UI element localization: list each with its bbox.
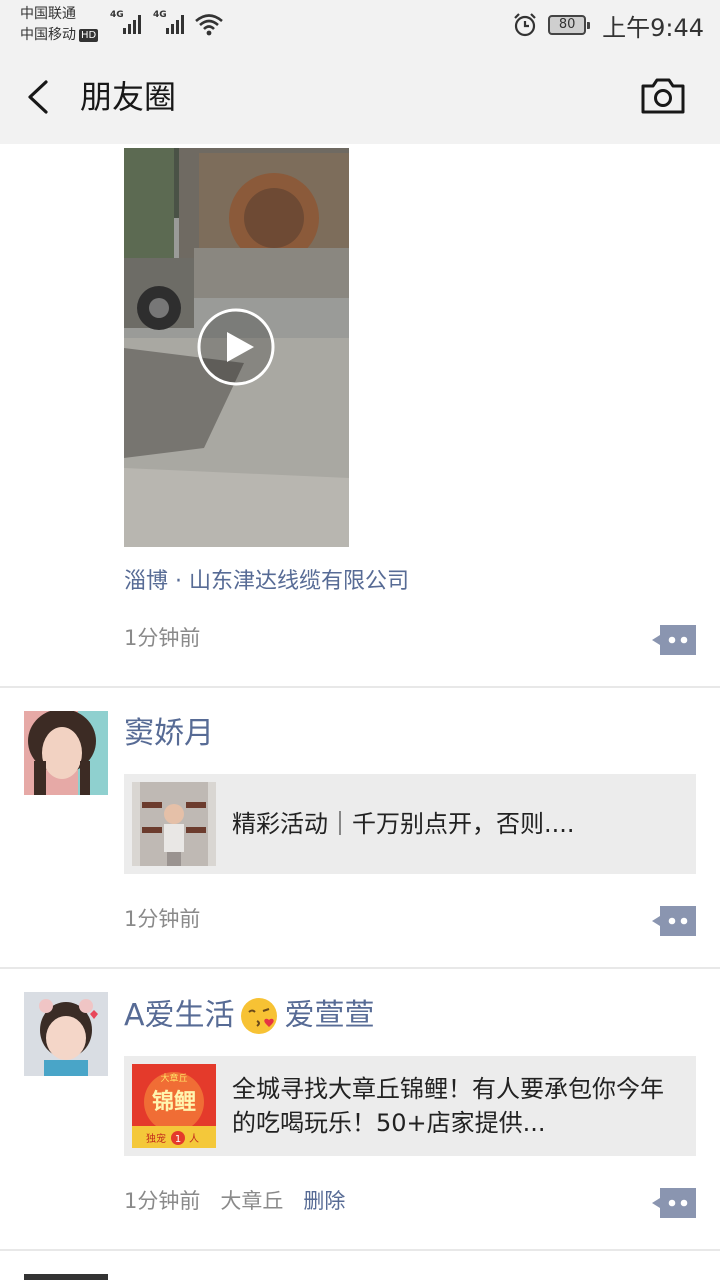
avatar[interactable] bbox=[24, 711, 108, 795]
thumb-text-main: 锦鲤 bbox=[152, 1089, 196, 1115]
delete-link[interactable]: 删除 bbox=[303, 1185, 345, 1217]
author-name[interactable]: A爱生活 bbox=[124, 994, 235, 1038]
share-title: 精彩活动｜千万别点开，否则.... bbox=[232, 810, 575, 838]
status-bar: 中国联通 中国移动 HD 4G 4G 80 上午9:44 bbox=[0, 0, 720, 50]
shared-link-card[interactable]: 精彩活动｜千万别点开，否则.... bbox=[124, 774, 696, 874]
avatar[interactable] bbox=[24, 992, 108, 1076]
hd-badge: HD bbox=[79, 29, 99, 42]
shared-link-card[interactable]: 大章丘 锦鲤 独宠 1 人 全城寻找大章丘锦鲤！有人要承包你今年的吃喝玩乐！50… bbox=[124, 1056, 696, 1156]
post-location[interactable]: 淄博 · 山东津达线缆有限公司 bbox=[124, 566, 409, 598]
comment-more-icon[interactable] bbox=[652, 625, 696, 655]
post-meta: 1分钟前 bbox=[124, 622, 200, 654]
carrier-2: 中国移动 bbox=[20, 27, 76, 43]
network-type-2: 4G bbox=[153, 10, 167, 20]
thumb-text-top: 大章丘 bbox=[160, 1072, 187, 1084]
alarm-clock-icon bbox=[514, 13, 536, 37]
post-time: 1分钟前 bbox=[124, 1189, 201, 1213]
wifi-icon bbox=[195, 14, 223, 36]
share-title: 全城寻找大章丘锦鲤！有人要承包你今年的吃喝玩乐！50+店家提供... bbox=[232, 1075, 664, 1137]
network-type-1: 4G bbox=[110, 10, 124, 20]
comment-more-icon[interactable] bbox=[652, 906, 696, 936]
author-name-suffix[interactable]: 爱萱萱 bbox=[285, 994, 375, 1038]
kissing-face-emoji bbox=[240, 998, 277, 1034]
battery-indicator: 80 bbox=[548, 15, 591, 35]
divider bbox=[0, 967, 720, 969]
divider bbox=[0, 1249, 720, 1251]
post-meta: 1分钟前 大章丘 删除 bbox=[124, 1185, 345, 1217]
post-meta: 1分钟前 bbox=[124, 903, 200, 935]
avatar[interactable] bbox=[24, 1274, 108, 1280]
camera-icon[interactable] bbox=[640, 76, 686, 116]
thumb-text-bottom-1: 独宠 bbox=[146, 1132, 166, 1145]
carrier-info: 中国联通 中国移动 HD bbox=[20, 4, 99, 46]
status-time: 上午9:44 bbox=[602, 13, 704, 42]
share-thumbnail bbox=[132, 782, 216, 866]
post-time: 1分钟前 bbox=[124, 626, 201, 650]
thumb-text-bottom-2: 人 bbox=[189, 1133, 199, 1145]
post-location: 大章丘 bbox=[220, 1189, 284, 1213]
thumb-text-bottom-num: 1 bbox=[175, 1134, 181, 1145]
post-time: 1分钟前 bbox=[124, 907, 201, 931]
comment-more-icon[interactable] bbox=[652, 1188, 696, 1218]
carrier-1: 中国联通 bbox=[20, 6, 76, 22]
share-thumbnail: 大章丘 锦鲤 独宠 1 人 bbox=[132, 1064, 216, 1148]
post-author[interactable]: 窦娇月 bbox=[124, 712, 214, 756]
page-title: 朋友圈 bbox=[80, 78, 177, 116]
nav-bar: 朋友圈 bbox=[0, 50, 720, 144]
divider bbox=[0, 686, 720, 688]
chevron-left-icon[interactable] bbox=[22, 78, 58, 116]
play-icon[interactable] bbox=[196, 307, 276, 387]
author-name[interactable]: 窦娇月 bbox=[124, 712, 214, 756]
post-author[interactable]: A爱生活 爱萱萱 bbox=[124, 994, 375, 1038]
post-video[interactable] bbox=[124, 148, 349, 547]
